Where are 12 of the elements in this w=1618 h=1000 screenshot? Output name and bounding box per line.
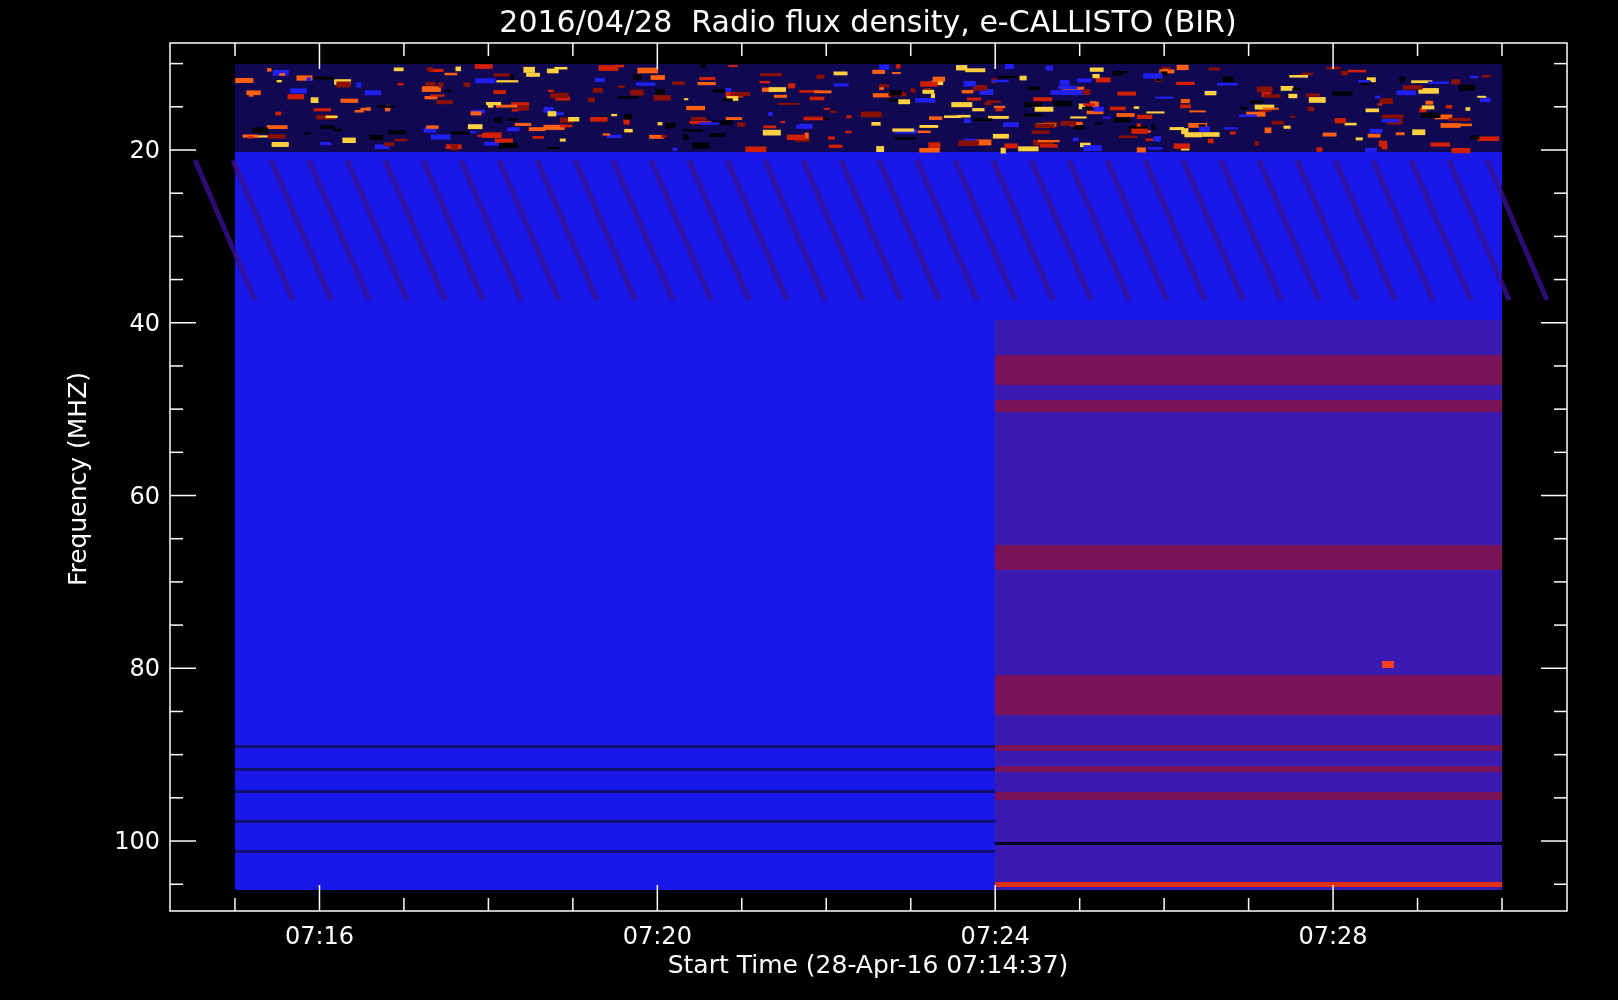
- tick-label: 07:20: [622, 922, 692, 950]
- chart-title: 2016/04/28 Radio flux density, e-CALLISTO (BIR): [499, 4, 1237, 39]
- tick-label: 07:16: [284, 922, 355, 950]
- axis-label: Frequency (MHZ): [63, 371, 92, 587]
- tick-label: 07:28: [1298, 922, 1368, 950]
- tick-label: 80: [129, 654, 160, 683]
- tick-label: 100: [114, 827, 160, 856]
- tick-label: 40: [129, 308, 160, 337]
- axis-label: Start Time (28-Apr-16 07:14:37): [667, 950, 1069, 979]
- tick-label: 20: [129, 136, 160, 164]
- tick-label: 60: [129, 481, 160, 510]
- tick-label: 07:24: [960, 922, 1030, 950]
